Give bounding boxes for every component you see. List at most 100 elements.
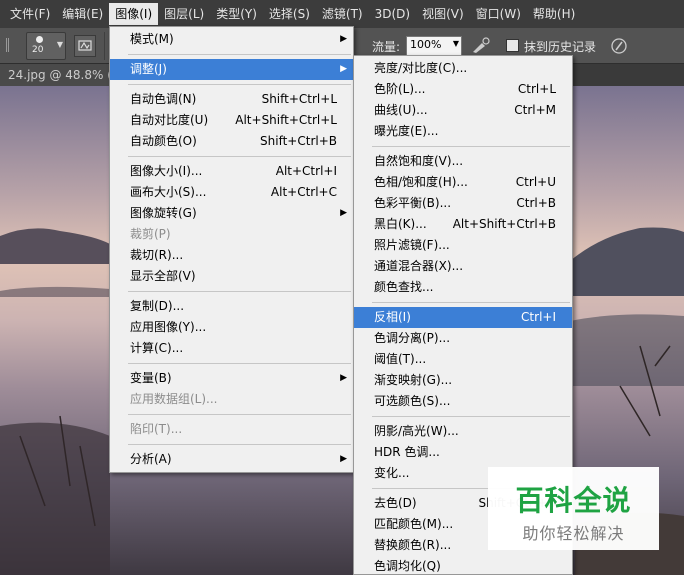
submenu-arrow-icon: ▶ — [340, 64, 347, 74]
flow-field[interactable]: 100% ▼ — [406, 36, 462, 56]
menu-item[interactable]: 自动对比度(U) Alt+Shift+Ctrl+L — [110, 110, 353, 131]
menu-item[interactable]: 色阶(L)... Ctrl+L — [354, 79, 572, 100]
menu-item[interactable]: 自动色调(N) Shift+Ctrl+L — [110, 89, 353, 110]
submenu-arrow-icon: ▶ — [340, 208, 347, 218]
menu-item[interactable]: 渐变映射(G)... — [354, 370, 572, 391]
menu-bar: 文件(F) 编辑(E) 图像(I) 图层(L) 类型(Y) 选择(S) 滤镜(T) 3D(D)… — [0, 0, 684, 28]
menu-item-shortcut: Ctrl+U — [515, 175, 556, 189]
menu-item[interactable]: 分析(A) ▶ — [110, 449, 353, 470]
menu-item-label: 图像大小(I)... — [130, 164, 203, 178]
menu-item-label: 通道混合器(X)... — [374, 259, 464, 273]
menu-item-label: 调整(J) — [130, 62, 167, 76]
menu-item[interactable]: 图像旋转(G) ▶ — [110, 203, 353, 224]
menu-item[interactable]: 复制(D)... — [110, 296, 353, 317]
menu-item-label: 图像旋转(G) — [130, 206, 197, 220]
menu-item-label: 自动色调(N) — [130, 92, 197, 106]
menu-item[interactable]: 色调分离(P)... — [354, 328, 572, 349]
menu-item: 裁剪(P) — [110, 224, 353, 245]
tool-preset-picker[interactable] — [6, 38, 19, 52]
menu-item[interactable]: 自动颜色(O) Shift+Ctrl+B — [110, 131, 353, 152]
menu-item-label: 渐变映射(G)... — [374, 373, 453, 387]
menu-item-label: 自动对比度(U) — [130, 113, 209, 127]
menu-item-label: 匹配颜色(M)... — [374, 517, 454, 531]
airbrush-icon[interactable] — [470, 36, 492, 56]
menu-item-label: 计算(C)... — [130, 341, 184, 355]
menu-item-label: 曝光度(E)... — [374, 124, 439, 138]
menu-item[interactable]: 自然饱和度(V)... — [354, 151, 572, 172]
flow-label: 流量: — [372, 40, 401, 54]
menu-item-label: 复制(D)... — [130, 299, 185, 313]
menu-item-shortcut: Ctrl+B — [516, 196, 556, 210]
menubar-item-6[interactable]: 滤镜(T) — [316, 3, 369, 25]
menu-item-label: 应用图像(Y)... — [130, 320, 207, 334]
menubar-item-8[interactable]: 视图(V) — [416, 3, 470, 25]
menu-item-shortcut: Shift+Ctrl+B — [260, 134, 337, 148]
menu-item-shortcut: Ctrl+M — [514, 103, 556, 117]
menu-item-shortcut: Alt+Ctrl+C — [270, 185, 337, 199]
menu-item[interactable]: 色彩平衡(B)... Ctrl+B — [354, 193, 572, 214]
menu-item: 应用数据组(L)... — [110, 389, 353, 410]
menu-item-label: 裁切(R)... — [130, 248, 184, 262]
menu-item[interactable]: 曲线(U)... Ctrl+M — [354, 100, 572, 121]
menu-item[interactable]: 曝光度(E)... — [354, 121, 572, 142]
menu-item[interactable]: 应用图像(Y)... — [110, 317, 353, 338]
menu-item-shortcut: Ctrl+L — [517, 82, 556, 96]
image-menu: 模式(M) ▶ 调整(J) ▶ 自动色调(N) Shift+Ctrl+L 自动对比度(U) A… — [109, 26, 354, 473]
menu-separator — [128, 54, 351, 55]
menu-item-label: 色彩平衡(B)... — [374, 196, 452, 210]
menubar-item-4[interactable]: 类型(Y) — [210, 3, 263, 25]
pressure-icon[interactable] — [608, 36, 630, 56]
menu-item[interactable]: 调整(J) ▶ — [110, 59, 353, 80]
menubar-item-0[interactable]: 文件(F) — [4, 3, 56, 25]
menu-item-label: 色调均化(Q) — [374, 559, 441, 573]
menu-item[interactable]: 亮度/对比度(C)... — [354, 58, 572, 79]
menubar-item-10[interactable]: 帮助(H) — [527, 3, 581, 25]
menubar-item-7[interactable]: 3D(D) — [369, 3, 416, 25]
menu-item[interactable]: 反相(I) Ctrl+I — [354, 307, 572, 328]
options-divider — [104, 32, 105, 60]
menu-item-shortcut: Alt+Shift+Ctrl+L — [235, 113, 337, 127]
menu-item[interactable]: 照片滤镜(F)... — [354, 235, 572, 256]
chevron-down-icon: ▼ — [452, 39, 459, 48]
menu-item-shortcut: Shift+Ctrl+L — [261, 92, 337, 106]
menu-item[interactable]: 可选颜色(S)... — [354, 391, 572, 412]
menubar-item-3[interactable]: 图层(L) — [158, 3, 210, 25]
menu-item-label: 亮度/对比度(C)... — [374, 61, 468, 75]
menu-item-label: 色阶(L)... — [374, 82, 426, 96]
menu-item[interactable]: 变量(B) ▶ — [110, 368, 353, 389]
menu-item: 陷印(T)... — [110, 419, 353, 440]
brush-tip-icon — [36, 36, 43, 43]
menu-item-shortcut: Alt+Ctrl+I — [275, 164, 337, 178]
menu-item[interactable]: 色相/饱和度(H)... Ctrl+U — [354, 172, 572, 193]
menu-item-label: 色相/饱和度(H)... — [374, 175, 468, 189]
brush-panel-icon[interactable] — [74, 35, 96, 57]
menu-item[interactable]: 黑白(K)... Alt+Shift+Ctrl+B — [354, 214, 572, 235]
menu-item[interactable]: 阈值(T)... — [354, 349, 572, 370]
brush-preset-picker[interactable]: 20 ▼ — [26, 32, 66, 60]
menu-item[interactable]: 显示全部(V) — [110, 266, 353, 287]
menu-item-label: 去色(D) — [374, 496, 417, 510]
menu-item[interactable]: 颜色查找... — [354, 277, 572, 298]
menu-item-label: 裁剪(P) — [130, 227, 171, 241]
menu-item-label: 照片滤镜(F)... — [374, 238, 450, 252]
menu-item[interactable]: HDR 色调... — [354, 442, 572, 463]
menubar-item-1[interactable]: 编辑(E) — [56, 3, 109, 25]
menubar-item-9[interactable]: 窗口(W) — [470, 3, 527, 25]
menu-item-label: 色调分离(P)... — [374, 331, 451, 345]
menubar-item-2[interactable]: 图像(I) — [109, 3, 159, 25]
menu-item[interactable]: 裁切(R)... — [110, 245, 353, 266]
menu-item[interactable]: 画布大小(S)... Alt+Ctrl+C — [110, 182, 353, 203]
menu-item[interactable]: 色调均化(Q) — [354, 556, 572, 574]
menu-item[interactable]: 计算(C)... — [110, 338, 353, 359]
menu-item[interactable]: 阴影/高光(W)... — [354, 421, 572, 442]
erase-to-history-checkbox[interactable] — [506, 39, 519, 52]
menu-separator — [128, 363, 351, 364]
menubar-item-5[interactable]: 选择(S) — [263, 3, 316, 25]
menu-separator — [128, 444, 351, 445]
menu-item[interactable]: 图像大小(I)... Alt+Ctrl+I — [110, 161, 353, 182]
menu-item-label: 可选颜色(S)... — [374, 394, 451, 408]
menu-item[interactable]: 通道混合器(X)... — [354, 256, 572, 277]
watermark: 百科全说 助你轻松解决 — [488, 467, 659, 550]
menu-separator — [128, 84, 351, 85]
menu-item[interactable]: 模式(M) ▶ — [110, 29, 353, 50]
